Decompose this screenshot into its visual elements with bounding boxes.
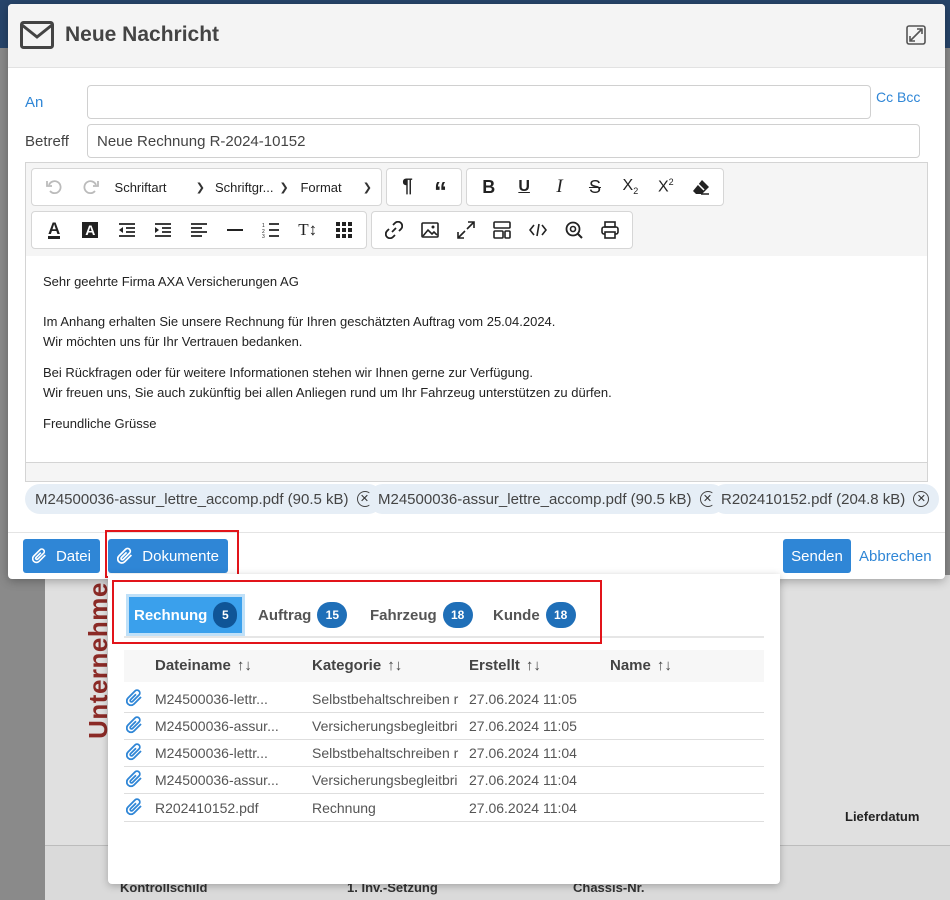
body-closing: Freundliche Grüsse [43,416,157,431]
format-select[interactable]: Format ❯ [295,171,377,203]
count-badge: 18 [442,602,473,628]
align-left-icon[interactable] [181,214,217,246]
paragraph-icon[interactable]: ¶ [391,171,424,203]
subscript-icon[interactable]: X2 [613,171,648,203]
toolbar-group-insert [371,211,633,249]
paperclip-icon[interactable] [126,689,144,707]
tab-fahrzeug[interactable]: Fahrzeug 18 [363,594,480,636]
body-paragraph: Im Anhang erhalten Sie unsere Rechnung f… [43,314,556,349]
attachment-list: M24500036-assur_lettre_accomp.pdf (90.5 … [25,484,940,514]
attachment-chip: M24500036-assur_lettre_accomp.pdf (90.5 … [368,484,726,514]
image-icon[interactable] [412,214,448,246]
horizontal-rule-icon[interactable] [217,214,253,246]
count-badge: 18 [545,602,576,628]
paperclip-icon [32,548,46,564]
table-row[interactable]: M24500036-assur... Versicherungsbegleitb… [124,767,764,794]
line-height-icon[interactable]: T↕ [290,214,326,246]
subject-label: Betreff [25,133,69,150]
tab-kunde[interactable]: Kunde 18 [486,594,583,636]
paperclip-icon[interactable] [126,798,144,816]
count-badge: 5 [213,602,238,628]
superscript-icon[interactable]: X2 [648,171,683,203]
to-field[interactable] [87,85,871,119]
underline-icon[interactable]: U [506,171,541,203]
eraser-icon[interactable] [684,171,719,203]
editor-content[interactable]: Sehr geehrte Firma AXA Versicherungen AG… [26,259,927,462]
cancel-link[interactable]: Abbrechen [859,548,932,565]
footer-divider [8,532,945,533]
toolbar-group-inline: B U I S X2 X2 [466,168,724,206]
table-row[interactable]: R202410152.pdf Rechnung 27.06.2024 11:04 [124,795,764,822]
toolbar-group-undo-font: Schriftart ❯ Schriftgr... ❯ Format ❯ [31,168,382,206]
document-tabs: Rechnung 5 Auftrag 15 Fahrzeug 18 Kunde 18 [124,592,764,638]
font-family-select[interactable]: Schriftart ❯ [110,171,210,203]
background-color-icon[interactable]: A [72,214,108,246]
font-size-select[interactable]: Schriftgr... ❯ [210,171,296,203]
bold-icon[interactable]: B [471,171,506,203]
strikethrough-icon[interactable]: S [577,171,612,203]
maximize-icon[interactable] [906,25,926,50]
remove-attachment-icon[interactable]: ✕ [913,491,930,507]
sort-icon: ↑↓ [525,657,541,674]
undo-icon[interactable] [36,171,73,203]
sort-icon: ↑↓ [236,657,252,674]
show-blocks-icon[interactable] [484,214,520,246]
source-code-icon[interactable] [520,214,556,246]
fullscreen-icon[interactable] [448,214,484,246]
tab-rechnung[interactable]: Rechnung 5 [126,594,246,636]
italic-icon[interactable]: I [542,171,577,203]
attachment-chip: R202410152.pdf (204.8 kB) ✕ [711,484,940,514]
subject-field[interactable]: Neue Rechnung R-2024-10152 [87,124,920,158]
rich-text-editor: Schriftart ❯ Schriftgr... ❯ Format ❯ ¶ “ B … [25,162,928,482]
link-icon[interactable] [376,214,412,246]
blockquote-icon[interactable]: “ [424,171,457,204]
cc-bcc-link[interactable]: Cc Bcc [876,89,920,105]
search-replace-icon[interactable] [556,214,592,246]
sort-icon: ↑↓ [387,657,403,674]
column-header-erstellt[interactable]: Erstellt ↑↓ [469,657,541,674]
attachment-chip: M24500036-assur_lettre_accomp.pdf (90.5 … [25,484,383,514]
text-color-icon[interactable]: A [36,214,72,246]
redo-icon[interactable] [73,171,110,203]
to-label[interactable]: An [25,94,43,111]
background-lieferdatum-label: Lieferdatum [845,809,920,824]
editor-toolbar: Schriftart ❯ Schriftgr... ❯ Format ❯ ¶ “ B … [26,163,927,256]
body-greeting: Sehr geehrte Firma AXA Versicherungen AG [43,274,299,289]
count-badge: 15 [317,602,348,628]
compose-dialog: Neue Nachricht An Cc Bcc Betreff Neue Re… [8,4,945,579]
column-header-name[interactable]: Name ↑↓ [610,657,672,674]
send-button[interactable]: Senden [783,539,851,573]
indent-icon[interactable] [145,214,181,246]
documents-panel: Rechnung 5 Auftrag 15 Fahrzeug 18 Kunde 18 D… [108,574,780,884]
tab-auftrag[interactable]: Auftrag 15 [251,594,354,636]
editor-status-bar [26,462,927,481]
toolbar-group-colors-lists: A A 123 T↕ [31,211,367,249]
attach-documents-button[interactable]: Dokumente [108,539,228,573]
dialog-header: Neue Nachricht [8,4,945,68]
dialog-title: Neue Nachricht [65,23,220,46]
column-header-kategorie[interactable]: Kategorie ↑↓ [312,657,402,674]
ordered-list-icon[interactable]: 123 [253,214,289,246]
documents-table-header: Dateiname ↑↓ Kategorie ↑↓ Erstellt ↑↓ Name ↑… [124,650,764,682]
body-paragraph: Bei Rückfragen oder für weitere Informat… [43,365,612,400]
outdent-icon[interactable] [108,214,144,246]
paperclip-icon[interactable] [126,743,144,761]
toolbar-group-block: ¶ “ [386,168,462,206]
table-row[interactable]: M24500036-lettr... Selbstbehaltschreiben… [124,686,764,713]
paperclip-icon[interactable] [126,716,144,734]
envelope-icon [20,21,54,54]
attach-file-button[interactable]: Datei [23,539,100,573]
sort-icon: ↑↓ [656,657,672,674]
paperclip-icon [117,547,133,564]
table-icon[interactable] [326,214,362,246]
column-header-dateiname[interactable]: Dateiname ↑↓ [155,657,252,674]
print-icon[interactable] [592,214,628,246]
table-row[interactable]: M24500036-assur... Versicherungsbegleitb… [124,713,764,740]
paperclip-icon[interactable] [126,770,144,788]
svg-text:3: 3 [262,234,265,238]
table-row[interactable]: M24500036-lettr... Selbstbehaltschreiben… [124,740,764,767]
